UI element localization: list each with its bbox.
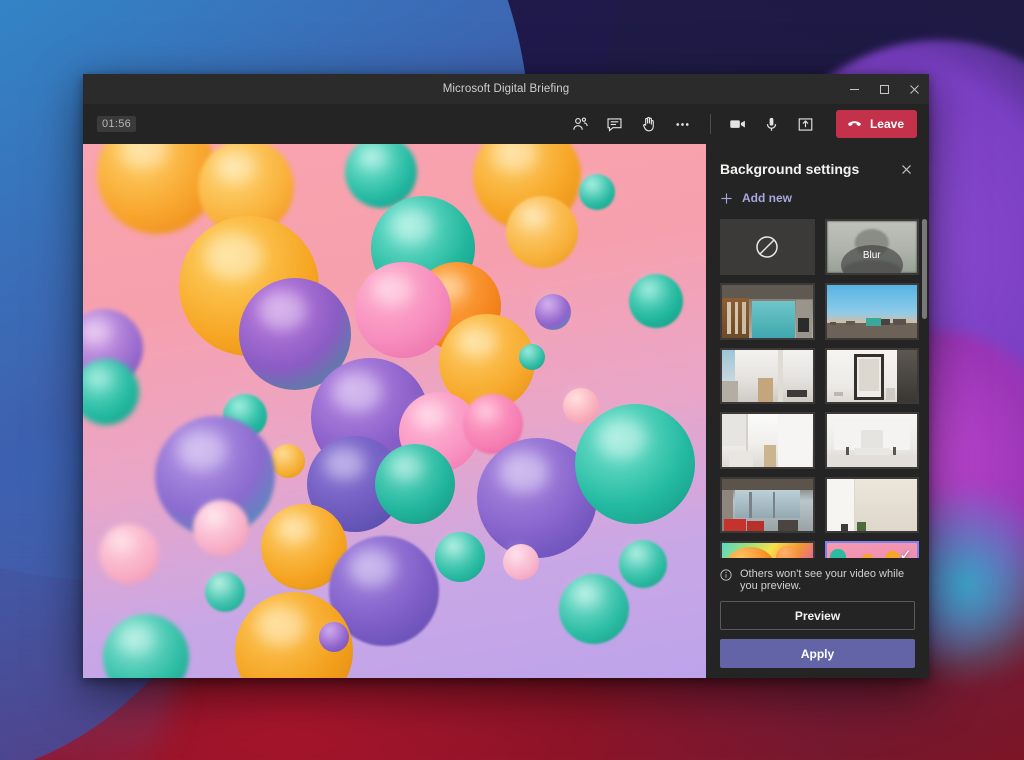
- minimize-icon: [849, 88, 859, 90]
- share-screen-icon: [799, 117, 813, 131]
- window-titlebar[interactable]: Microsoft Digital Briefing: [83, 74, 929, 104]
- add-new-label: Add new: [742, 191, 792, 205]
- desktop-wallpaper: Microsoft Digital Briefing 01:56 Leave B…: [0, 0, 1024, 760]
- background-option-bg-07[interactable]: [720, 476, 815, 534]
- leave-button-label: Leave: [869, 117, 904, 131]
- background-option-bg-01[interactable]: [720, 283, 815, 340]
- minimize-button[interactable]: [839, 74, 869, 104]
- meeting-timer: 01:56: [97, 116, 137, 132]
- background-thumbnail-grid: Blur ✓: [720, 219, 919, 558]
- background-option-bg-10[interactable]: ✓: [824, 541, 919, 558]
- chat-icon: [607, 117, 622, 132]
- people-button[interactable]: [565, 109, 597, 139]
- leave-button[interactable]: Leave: [835, 110, 917, 138]
- share-screen-button[interactable]: [790, 109, 822, 139]
- camera-icon: [730, 120, 745, 128]
- background-option-bg-03[interactable]: [720, 347, 815, 405]
- window-body: Background settings Add new Blur ✓ Other…: [83, 144, 929, 678]
- no-background-icon: [756, 236, 778, 258]
- close-icon: [901, 164, 911, 174]
- raise-hand-icon: [643, 116, 655, 131]
- toolbar-actions: Leave: [565, 109, 917, 139]
- maximize-icon: [879, 84, 889, 94]
- background-option-bg-09[interactable]: [720, 541, 815, 558]
- self-video-preview[interactable]: [83, 144, 706, 678]
- plus-icon: [721, 192, 732, 204]
- background-option-none[interactable]: [720, 219, 815, 276]
- chat-button[interactable]: [599, 109, 631, 139]
- window-title: Microsoft Digital Briefing: [442, 83, 570, 95]
- teams-meeting-window: Microsoft Digital Briefing 01:56 Leave B…: [83, 74, 929, 678]
- raise-hand-button[interactable]: [633, 109, 665, 139]
- background-option-blur[interactable]: Blur: [824, 219, 919, 276]
- people-icon: [573, 116, 589, 130]
- panel-title: Background settings: [720, 161, 860, 177]
- add-new-background-button[interactable]: Add new: [706, 191, 929, 205]
- background-option-bg-06[interactable]: [824, 412, 919, 469]
- microphone-button[interactable]: [756, 109, 788, 139]
- more-options-button[interactable]: [667, 109, 699, 139]
- close-icon: [909, 84, 919, 94]
- background-settings-panel: Background settings Add new Blur ✓ Other…: [706, 144, 929, 678]
- window-controls: [839, 74, 929, 104]
- background-option-bg-05[interactable]: [720, 412, 815, 469]
- close-button[interactable]: [899, 74, 929, 104]
- panel-scrollbar[interactable]: [922, 219, 927, 558]
- check-icon: ✓: [899, 547, 912, 558]
- camera-button[interactable]: [722, 109, 754, 139]
- hang-up-icon: [848, 120, 861, 126]
- panel-close-button[interactable]: [895, 158, 917, 180]
- maximize-button[interactable]: [869, 74, 899, 104]
- background-option-bg-08[interactable]: [824, 476, 919, 534]
- preview-note: Others won't see your video while you pr…: [720, 568, 915, 592]
- background-option-bg-04[interactable]: [824, 347, 919, 405]
- panel-footer: Others won't see your video while you pr…: [706, 558, 929, 668]
- background-option-bg-02[interactable]: [824, 283, 919, 340]
- background-thumbnail-scroll[interactable]: Blur ✓: [706, 219, 929, 558]
- info-icon: [720, 569, 732, 584]
- microphone-icon: [767, 117, 777, 131]
- panel-header: Background settings: [706, 158, 929, 180]
- apply-button[interactable]: Apply: [720, 639, 915, 668]
- panel-scrollbar-thumb[interactable]: [922, 219, 927, 319]
- more-options-icon: [676, 122, 690, 126]
- video-background: [83, 144, 706, 678]
- meeting-toolbar: 01:56 Leave: [83, 104, 929, 144]
- preview-note-text: Others won't see your video while you pr…: [740, 568, 905, 592]
- preview-button[interactable]: Preview: [720, 601, 915, 630]
- toolbar-divider: [709, 114, 711, 134]
